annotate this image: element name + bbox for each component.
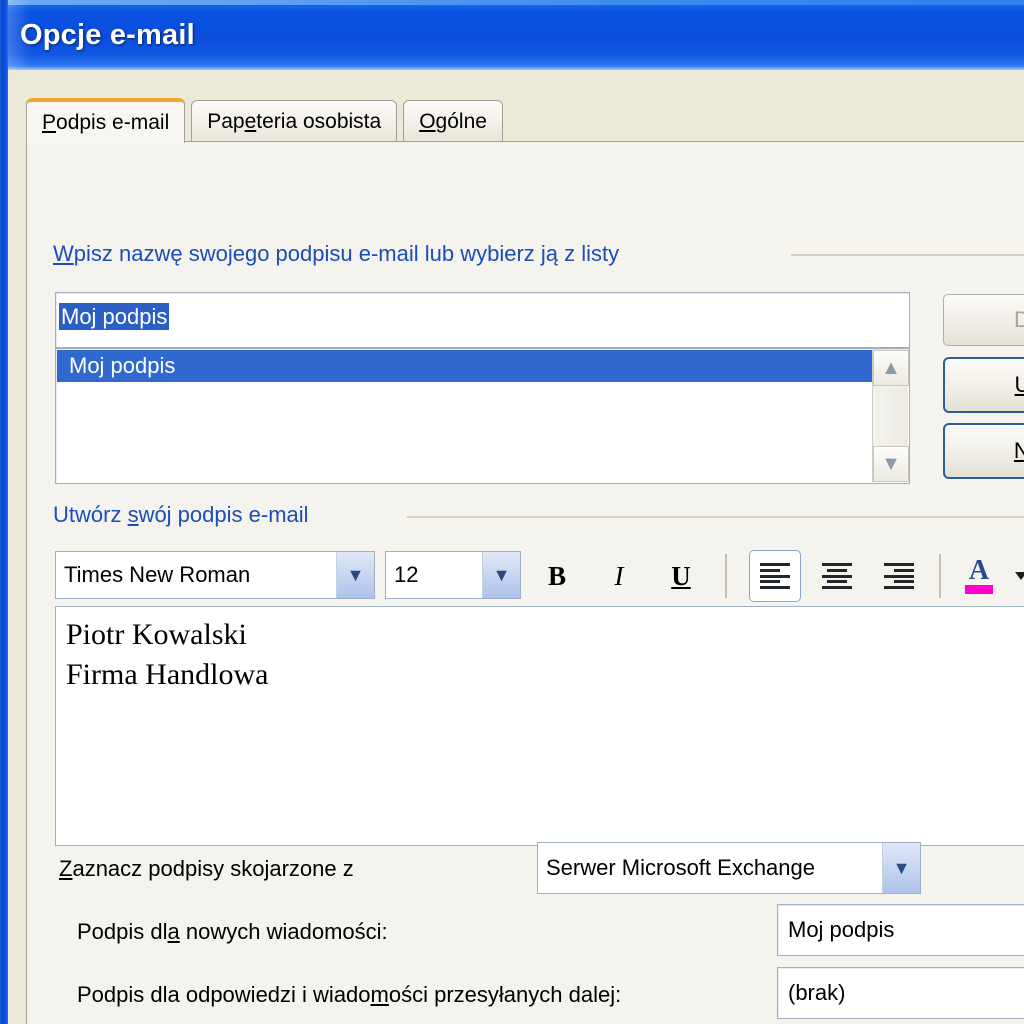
signature-line: Firma Handlowa [66,657,269,691]
toolbar-separator [725,554,727,598]
chevron-down-icon[interactable]: ▼ [482,552,520,598]
align-left-button[interactable] [749,550,801,602]
align-right-button[interactable] [873,550,925,602]
signature-list[interactable]: Moj podpis ▲ ▼ [55,348,910,484]
new-messages-signature-accesskey: a [167,919,180,944]
add-signature-button-label: Do [1014,307,1024,333]
account-combo-value: Serwer Microsoft Exchange [546,855,815,880]
list-item[interactable]: Moj podpis [57,350,883,382]
signature-name-group-label: Wpisz nazwę swojego podpisu e-mail lub w… [53,241,620,266]
chevron-down-icon [1015,572,1024,580]
tab-ogolne[interactable]: Ogólne [403,100,503,143]
align-left-icon [760,563,790,589]
signature-editor[interactable]: Piotr Kowalski Firma Handlowa [55,606,1024,846]
chevron-down-icon[interactable]: ▼ [882,843,920,893]
font-family-combo[interactable]: Times New Roman ▼ [55,551,375,599]
italic-label: I [614,560,624,591]
font-color-dropdown-button[interactable] [1009,564,1024,588]
font-color-swatch [965,584,993,594]
font-size-value: 12 [394,562,419,587]
font-color-icon: A [965,555,993,594]
reply-forward-signature-value: (brak) [788,980,846,1005]
signature-name-group-accesskey: W [53,241,74,266]
tab-podpis-email-accesskey: P [42,110,57,134]
font-color-glyph: A [968,555,990,587]
signature-name-input[interactable]: Moj podpis [55,292,910,348]
signature-name-input-value: Moj podpis [59,303,170,330]
chevron-down-icon[interactable]: ▼ [873,446,909,482]
bold-button[interactable]: B [535,554,579,598]
reply-forward-signature-accesskey: m [370,982,389,1007]
font-family-value: Times New Roman [64,562,251,587]
tab-papeteria-accesskey: e [244,110,257,133]
create-signature-group-accesskey: s [127,502,139,527]
delete-signature-accesskey: U [1015,372,1024,397]
tab-podpis-email-label: odpis e-mail [56,110,170,134]
new-messages-signature-label: Podpis dla nowych wiadomości: [77,919,388,944]
signature-name-group-divider [791,254,1024,256]
window-frame-left [0,0,8,1024]
align-center-icon [822,563,852,589]
align-right-icon [884,563,914,589]
signature-line: Piotr Kowalski [66,618,247,651]
window-title: Opcje e-mail [20,19,195,51]
tab-strip: Podpis e-mail Pap e teria osobista Ogólne [26,98,509,144]
align-center-button[interactable] [811,550,863,602]
tab-ogolne-accesskey: O [419,110,436,133]
add-signature-button: Do [943,294,1024,346]
chevron-down-icon[interactable]: ▼ [336,552,374,598]
create-signature-group-divider [407,516,1024,518]
tab-papeteria-osobista-label: teria osobista [256,110,382,133]
italic-button[interactable]: I [597,554,641,598]
formatting-toolbar: Times New Roman ▼ 12 ▼ B I U A [47,546,1024,604]
tab-podpis-email[interactable]: Podpis e-mail [26,98,186,144]
underline-button[interactable]: U [659,554,703,598]
new-signature-accesskey: N [1014,438,1024,463]
account-combo[interactable]: Serwer Microsoft Exchange ▼ [537,842,921,894]
font-size-combo[interactable]: 12 ▼ [385,551,521,599]
associate-group-label: Zaznacz podpisy skojarzone z [59,856,354,881]
new-signature-button[interactable]: No [943,423,1024,479]
tab-page-podpis-email: Wpisz nazwę swojego podpisu e-mail lub w… [26,141,1024,1024]
underline-label: U [671,560,691,591]
new-messages-signature-combo[interactable]: Moj podpis [777,904,1024,956]
toolbar-separator-2 [939,554,941,598]
tab-papeteria-osobista[interactable]: Pap e teria osobista [191,100,398,143]
dialog-body: Podpis e-mail Pap e teria osobista Ogólne … [8,70,1024,1024]
new-messages-signature-value: Moj podpis [788,917,895,942]
create-signature-group-label: Utwórz swój podpis e-mail [53,502,309,527]
font-color-button[interactable]: A [955,552,1003,600]
reply-forward-signature-combo[interactable]: (brak) [777,967,1024,1019]
signature-list-scrollbar[interactable]: ▲ ▼ [872,350,909,482]
chevron-up-icon[interactable]: ▲ [873,350,909,386]
tab-ogolne-label: gólne [435,110,487,133]
delete-signature-button[interactable]: Us [943,357,1024,413]
title-bar: Opcje e-mail [0,0,1024,70]
associate-group-accesskey: Z [59,856,73,881]
bold-label: B [547,560,566,591]
email-options-dialog: Opcje e-mail Podpis e-mail Pap e teria oso… [0,0,1024,1024]
reply-forward-signature-label: Podpis dla odpowiedzi i wiadomości przes… [77,982,622,1007]
